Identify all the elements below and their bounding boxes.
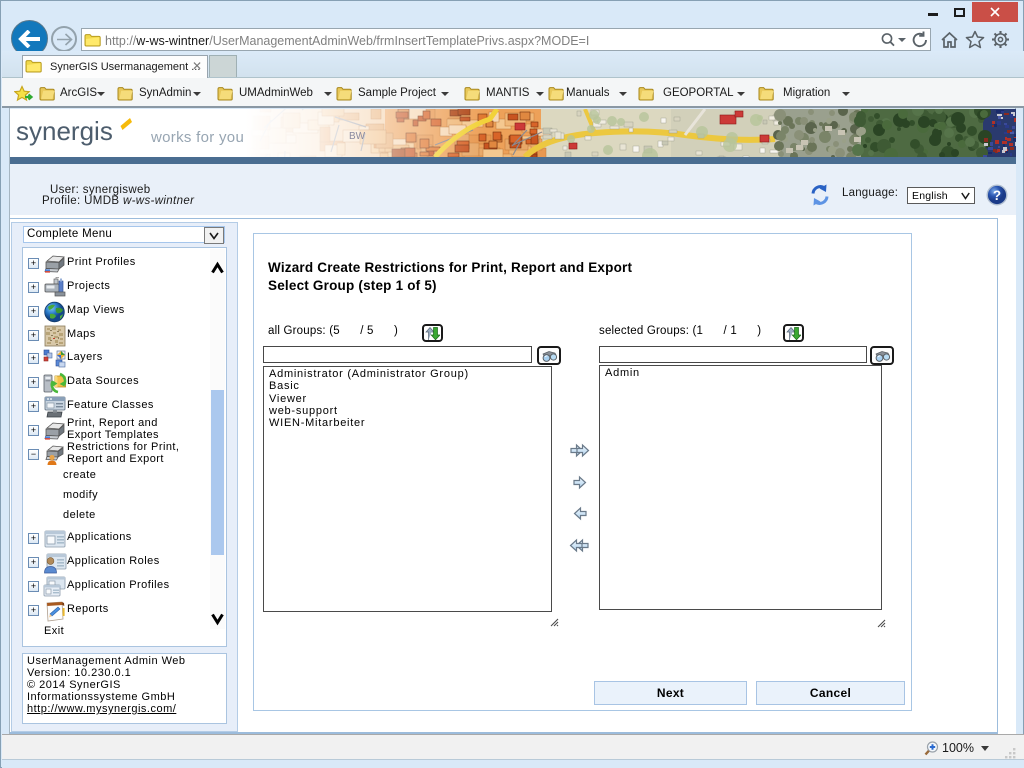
svg-text:?: ? <box>993 188 1001 203</box>
svg-text:BW: BW <box>349 131 366 142</box>
